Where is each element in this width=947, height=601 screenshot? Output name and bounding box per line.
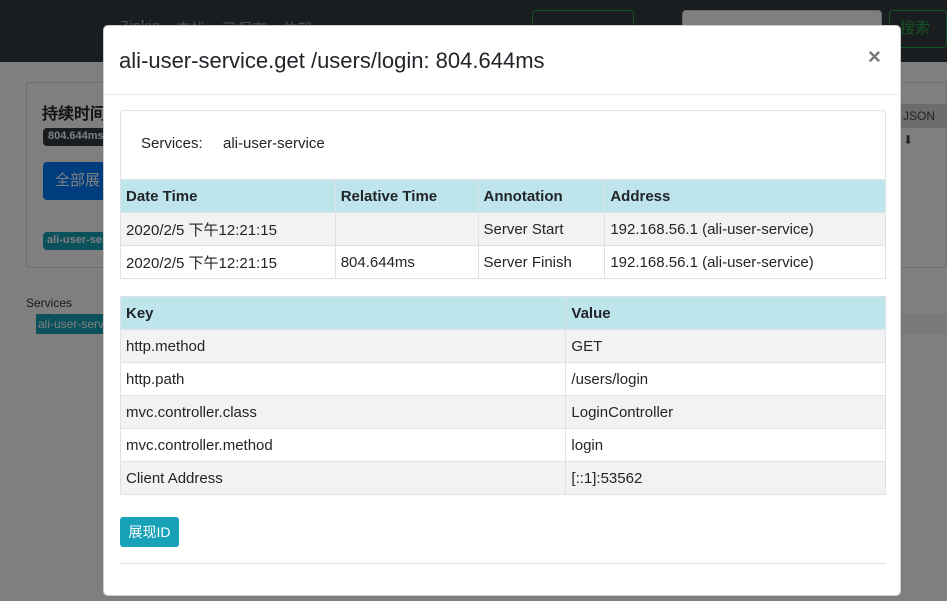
table-row: http.method GET [119,329,886,363]
table-row: mvc.controller.method login [119,428,886,462]
column-header: Address [604,179,886,213]
tag-value-cell: [::1]:53562 [565,461,886,495]
column-header: Annotation [477,179,606,213]
table-header-row: Date Time Relative Time Annotation Addre… [120,179,886,213]
annotations-table: Date Time Relative Time Annotation Addre… [120,179,886,279]
tag-value-cell: /users/login [565,362,886,396]
address-cell: 192.168.56.1 (ali-user-service) [604,245,886,279]
services-label: Services: [141,135,203,152]
tags-table: Key Value http.method GET http.path /use… [119,296,886,495]
services-card: Services: ali-user-service [120,110,886,180]
address-cell: 192.168.56.1 (ali-user-service) [604,212,886,246]
modal-title: ali-user-service.get /users/login: 804.6… [119,48,545,73]
modal-header: ali-user-service.get /users/login: 804.6… [104,26,900,95]
table-header-row: Key Value [119,296,886,330]
table-row: 2020/2/5 下午12:21:15 804.644ms Server Fin… [120,245,886,279]
tag-key-cell: http.method [119,329,567,363]
close-icon[interactable]: × [868,44,881,70]
tag-key-cell: mvc.controller.class [119,395,567,429]
column-header: Date Time [120,179,336,213]
annotation-cell: Server Start [477,212,606,246]
services-value: ali-user-service [223,135,325,152]
annotation-cell: Server Finish [477,245,606,279]
tag-value-cell: GET [565,329,886,363]
relative-time-cell: 804.644ms [334,245,479,279]
date-time-cell: 2020/2/5 下午12:21:15 [120,245,336,279]
table-row: Client Address [::1]:53562 [119,461,886,495]
span-detail-modal: ali-user-service.get /users/login: 804.6… [103,25,901,596]
tag-key-cell: Client Address [119,461,567,495]
column-header: Relative Time [334,179,479,213]
column-header: Value [565,296,886,330]
tag-key-cell: http.path [119,362,567,396]
modal-divider [120,563,886,564]
table-row: 2020/2/5 下午12:21:15 Server Start 192.168… [120,212,886,246]
date-time-cell: 2020/2/5 下午12:21:15 [120,212,336,246]
tag-value-cell: LoginController [565,395,886,429]
tag-key-cell: mvc.controller.method [119,428,567,462]
tag-value-cell: login [565,428,886,462]
show-id-button[interactable]: 展现ID [120,517,179,547]
table-row: mvc.controller.class LoginController [119,395,886,429]
relative-time-cell [334,212,479,246]
table-row: http.path /users/login [119,362,886,396]
column-header: Key [119,296,567,330]
